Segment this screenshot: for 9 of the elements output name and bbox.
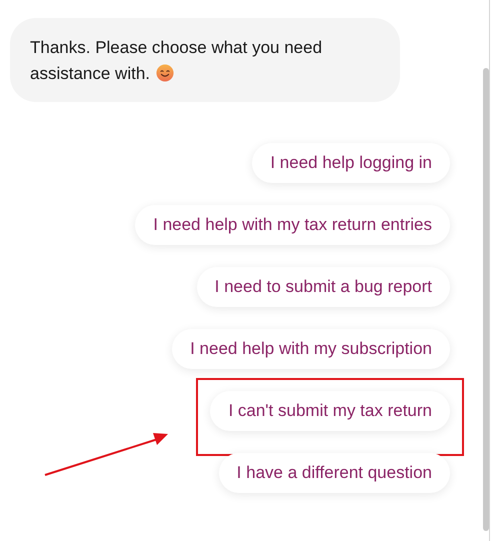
arrow-icon [44, 431, 170, 477]
option-button[interactable]: I need to submit a bug report [196, 267, 450, 307]
option-button[interactable]: I need help with my tax return entries [135, 205, 450, 245]
option-button[interactable]: I need help logging in [252, 143, 450, 183]
scrollbar-thumb[interactable] [483, 68, 489, 531]
option-button[interactable]: I can't submit my tax return [210, 391, 450, 431]
option-button[interactable]: I need help with my subscription [172, 329, 450, 369]
option-button[interactable]: I have a different question [218, 453, 450, 493]
message-text: Thanks. Please choose what you need assistance with. [30, 37, 324, 85]
